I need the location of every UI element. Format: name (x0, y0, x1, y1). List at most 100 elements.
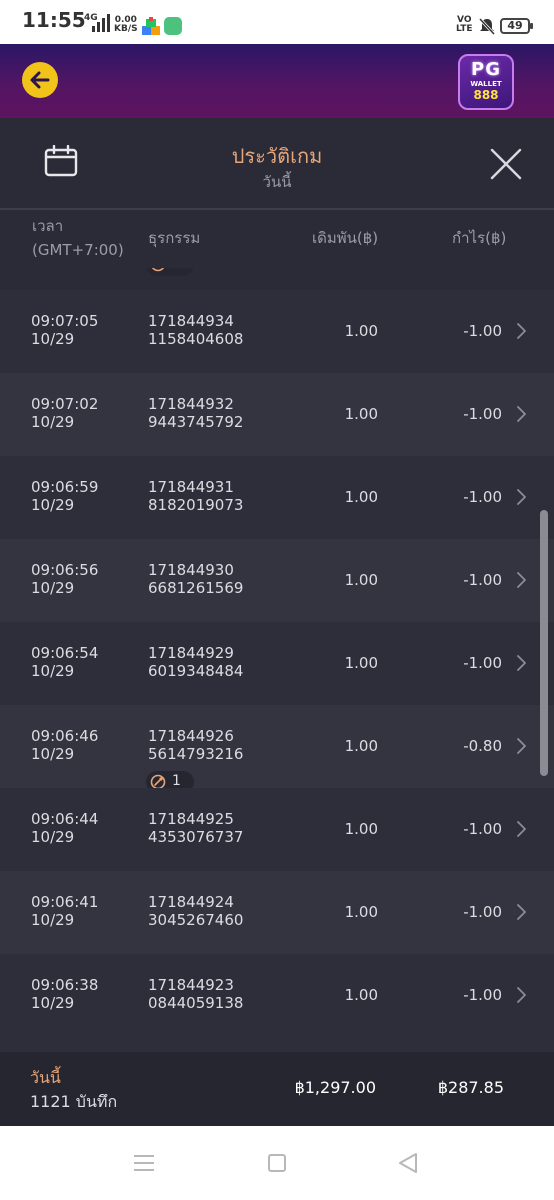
chevron-right-icon[interactable] (516, 904, 528, 920)
page-title: ประวัติเกม (231, 144, 323, 168)
row-transaction: 171844926 5614793216 (148, 727, 243, 763)
total-bet: ฿1,297.00 (294, 1078, 376, 1097)
row-transaction-line1: 171844931 (148, 478, 234, 496)
record-count: 1121 บันทึก (30, 1092, 118, 1111)
row-time-value: 09:06:56 (31, 561, 99, 579)
chevron-right-icon[interactable] (516, 323, 528, 339)
chat-app-icon (164, 17, 182, 35)
chevron-right-icon[interactable] (516, 406, 528, 422)
volte-indicator: VO LTE (456, 16, 473, 34)
row-transaction-line1: 171844925 (148, 810, 234, 828)
row-bet: 1.00 (344, 488, 378, 506)
row-bet: 1.00 (344, 737, 378, 755)
row-time-value: 09:06:38 (31, 976, 99, 994)
row-bet: 1.00 (344, 571, 378, 589)
status-time: 11:55 (22, 8, 86, 32)
battery-indicator: 49 (500, 18, 533, 34)
row-profit: -1.00 (463, 322, 502, 340)
row-date-value: 10/29 (31, 745, 75, 763)
logo-888-text: 888 (473, 88, 499, 102)
row-time: 09:06:54 10/29 (31, 644, 98, 680)
game-app-icon (142, 17, 160, 35)
close-icon[interactable] (488, 146, 524, 182)
list-item[interactable]: 09:06:44 10/29 171844925 4353076737 1.00 -1.0… (0, 788, 554, 871)
row-time-value: 09:06:44 (31, 810, 99, 828)
row-bet: 1.00 (344, 986, 378, 1004)
row-transaction-line2: 9443745792 (148, 413, 244, 431)
row-transaction-line2: 8182019073 (148, 496, 244, 514)
list-item[interactable]: 09:06:54 10/29 171844929 6019348484 1.00 -1.0… (0, 622, 554, 705)
history-panel-header: ประวัติเกม วันนี้ (0, 118, 554, 210)
row-date-value: 10/29 (31, 330, 75, 348)
row-transaction: 171844932 9443745792 (148, 395, 243, 431)
row-profit: -1.00 (463, 571, 502, 589)
row-time-value: 09:07:05 (31, 312, 99, 330)
menu-icon[interactable] (134, 1154, 154, 1172)
row-transaction-line1: 171844930 (148, 561, 234, 579)
chevron-right-icon[interactable] (516, 738, 528, 754)
status-bar: 11:55 4G 0.00 KB/S VO LTE 49 (0, 0, 554, 44)
row-date-value: 10/29 (31, 579, 75, 597)
arrow-left-icon (30, 71, 50, 89)
home-square-icon[interactable] (268, 1154, 286, 1172)
row-transaction-line2: 1158404608 (148, 330, 244, 348)
free-spin-icon (151, 268, 165, 272)
row-profit: -1.00 (463, 488, 502, 506)
column-time-label: เวลา (32, 217, 64, 235)
row-time: 09:06:46 10/29 (31, 727, 98, 763)
list-item[interactable]: 09:06:38 10/29 171844923 0844059138 1.00 -1.0… (0, 954, 554, 1037)
network-speed: 0.00 KB/S (114, 16, 138, 34)
column-transaction: ธุรกรรม (148, 229, 201, 247)
column-bet: เดิมพัน(฿) (312, 229, 379, 247)
row-bet: 1.00 (344, 405, 378, 423)
chevron-right-icon[interactable] (516, 987, 528, 1003)
row-time-value: 09:06:59 (31, 478, 99, 496)
column-time: เวลา (GMT+7:00) (32, 214, 124, 262)
row-time: 09:06:59 10/29 (31, 478, 98, 514)
app-header: PG WALLET 888 (0, 44, 554, 118)
list-item[interactable]: 09:07:02 10/29 171844932 9443745792 1.00 -1.0… (0, 373, 554, 456)
row-transaction-line1: 171844934 (148, 312, 234, 330)
free-spin-count: 2 (172, 268, 181, 270)
row-date-value: 10/29 (31, 662, 75, 680)
logo-wallet-text: WALLET (470, 80, 502, 88)
column-time-zone: (GMT+7:00) (32, 241, 124, 259)
row-time: 09:06:56 10/29 (31, 561, 98, 597)
row-date-value: 10/29 (31, 413, 75, 431)
row-time-value: 09:07:02 (31, 395, 99, 413)
list-item-partial[interactable]: 2 (0, 268, 554, 290)
free-spin-badge: 2 (146, 268, 194, 276)
back-triangle-icon[interactable] (398, 1152, 418, 1174)
row-profit: -1.00 (463, 903, 502, 921)
list-item[interactable]: 09:06:56 10/29 171844930 6681261569 1.00 -1.0… (0, 539, 554, 622)
summary-label: วันนี้ (30, 1068, 61, 1087)
total-profit: ฿287.85 (437, 1078, 504, 1097)
back-button[interactable] (22, 62, 58, 98)
row-time: 09:06:41 10/29 (31, 893, 98, 929)
pg-wallet-logo: PG WALLET 888 (458, 54, 514, 110)
free-spin-count: 1 (172, 773, 181, 789)
row-bet: 1.00 (344, 903, 378, 921)
row-transaction-line1: 171844932 (148, 395, 234, 413)
row-transaction-line2: 3045267460 (148, 911, 244, 929)
chevron-right-icon[interactable] (516, 821, 528, 837)
list-item[interactable]: 09:06:41 10/29 171844924 3045267460 1.00 -1.0… (0, 871, 554, 954)
row-time: 09:07:02 10/29 (31, 395, 98, 431)
date-filter-label: วันนี้ (262, 173, 292, 191)
game-history-list[interactable]: 2 09:07:0510/2917184493411584046081.00-1… (0, 268, 554, 1052)
chevron-right-icon[interactable] (516, 655, 528, 671)
row-profit: -1.00 (463, 654, 502, 672)
scrollbar[interactable] (540, 510, 548, 776)
chevron-right-icon[interactable] (516, 572, 528, 588)
mute-bell-icon (478, 17, 496, 35)
row-transaction: 171844929 6019348484 (148, 644, 243, 680)
list-item[interactable]: 09:06:46 10/29 171844926 5614793216 1.00 -0.8… (0, 705, 554, 793)
list-item[interactable]: 09:07:05 10/29 171844934 1158404608 1.00 -1.0… (0, 290, 554, 373)
signal-icon (92, 14, 110, 32)
row-transaction-line2: 5614793216 (148, 745, 244, 763)
row-transaction-line2: 6681261569 (148, 579, 244, 597)
row-bet: 1.00 (344, 820, 378, 838)
row-date-value: 10/29 (31, 994, 75, 1012)
list-item[interactable]: 09:06:59 10/29 171844931 8182019073 1.00 -1.0… (0, 456, 554, 539)
chevron-right-icon[interactable] (516, 489, 528, 505)
